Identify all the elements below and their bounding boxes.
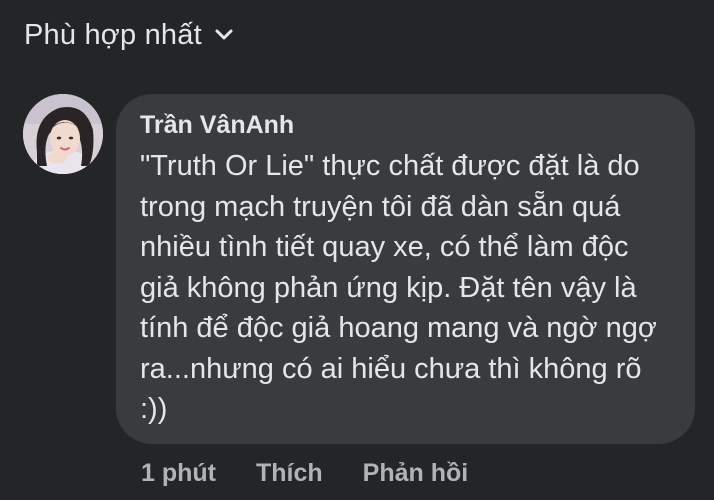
avatar[interactable] xyxy=(23,94,103,174)
comments-panel: Phù hợp nhất Trần VânAnh "Truth Or Lie" … xyxy=(0,0,714,500)
sort-label: Phù hợp nhất xyxy=(24,18,202,51)
sort-dropdown[interactable]: Phù hợp nhất xyxy=(24,14,234,56)
chevron-down-icon xyxy=(214,28,234,42)
comment-bubble: Trần VânAnh "Truth Or Lie" thực chất đượ… xyxy=(116,94,695,444)
comment-text: "Truth Or Lie" thực chất được đặt là do … xyxy=(140,150,657,425)
like-button[interactable]: Thích xyxy=(256,459,323,488)
comment-actions: 1 phút Thích Phản hồi xyxy=(141,455,468,491)
reply-button[interactable]: Phản hồi xyxy=(363,459,469,488)
comment-author[interactable]: Trần VânAnh xyxy=(140,108,294,142)
comment-time[interactable]: 1 phút xyxy=(141,459,216,488)
